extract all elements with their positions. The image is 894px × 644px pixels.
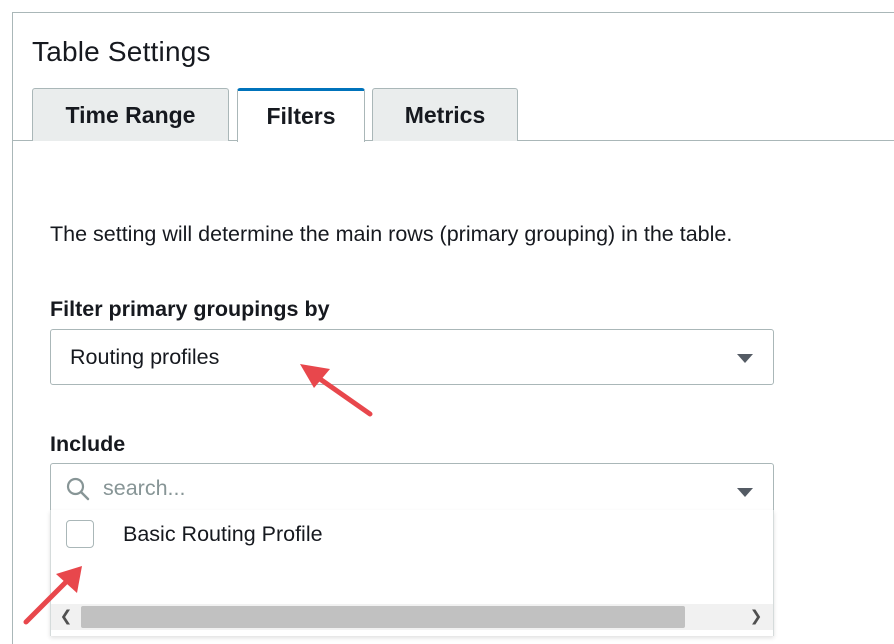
horizontal-scrollbar[interactable]: ❮ ❯: [51, 604, 773, 630]
filter-groupings-value: Routing profiles: [70, 345, 220, 369]
option-label: Basic Routing Profile: [123, 522, 323, 546]
include-options-dropdown: Basic Routing Profile ❮ ❯: [50, 510, 774, 636]
caret-down-icon[interactable]: [737, 488, 753, 497]
panel-title: Table Settings: [32, 36, 211, 67]
tab-time-range[interactable]: Time Range: [32, 88, 229, 141]
option-checkbox[interactable]: [66, 520, 94, 548]
tab-label: Filters: [266, 103, 336, 129]
filter-groupings-select[interactable]: Routing profiles: [50, 329, 774, 385]
chevron-right-icon[interactable]: ❯: [745, 606, 767, 628]
include-multiselect[interactable]: [50, 463, 774, 511]
search-icon: [66, 477, 90, 501]
scrollbar-thumb[interactable]: [81, 606, 685, 628]
include-search-input[interactable]: [103, 474, 703, 502]
chevron-left-icon[interactable]: ❮: [55, 606, 77, 628]
caret-down-icon: [737, 354, 753, 363]
tab-label: Metrics: [404, 101, 486, 128]
filters-description: The setting will determine the main rows…: [50, 222, 733, 246]
tab-filters[interactable]: Filters: [237, 88, 365, 142]
option-basic-routing-profile[interactable]: Basic Routing Profile: [51, 516, 773, 556]
filter-groupings-label: Filter primary groupings by: [50, 297, 330, 321]
include-label: Include: [50, 432, 126, 456]
tab-label: Time Range: [65, 101, 196, 128]
tab-metrics[interactable]: Metrics: [372, 88, 518, 141]
